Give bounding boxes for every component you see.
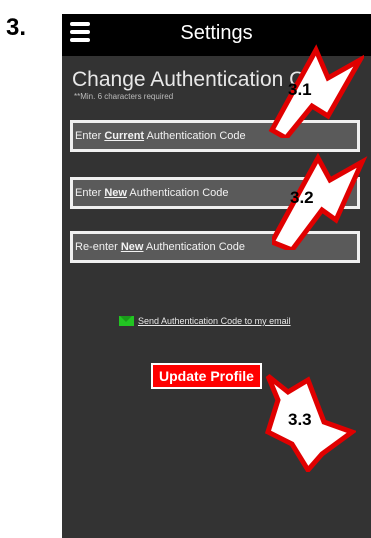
field-placeholder-emphasis: New: [104, 187, 127, 199]
callout-label: 3.1: [288, 80, 312, 99]
field-placeholder-after: Authentication Code: [143, 241, 246, 253]
section-note: **Min. 6 characters required: [74, 92, 174, 101]
field-placeholder-after: Authentication Code: [126, 187, 229, 199]
envelope-icon: [119, 316, 134, 326]
arrow-icon: [268, 44, 364, 138]
field-placeholder-before: Enter: [75, 130, 105, 142]
arrow-icon: [272, 152, 368, 250]
callout-3-3: 3.3: [264, 372, 356, 472]
callout-label: 3.2: [290, 188, 314, 207]
callout-3-2: 3.2: [272, 150, 368, 250]
callout-3-1: 3.1: [268, 42, 364, 138]
field-placeholder-before: Enter: [75, 187, 105, 199]
update-profile-button[interactable]: Update Profile: [151, 363, 262, 389]
callout-label: 3.3: [288, 410, 312, 429]
send-code-email-link[interactable]: Send Authentication Code to my email: [119, 316, 291, 326]
field-placeholder-before: Re-enter: [75, 241, 121, 253]
field-placeholder-after: Authentication Code: [144, 130, 246, 142]
field-placeholder-emphasis: New: [120, 241, 144, 253]
field-placeholder-emphasis: Current: [104, 130, 145, 142]
email-link-label: Send Authentication Code to my email: [138, 316, 291, 326]
step-number: 3.: [6, 14, 27, 41]
